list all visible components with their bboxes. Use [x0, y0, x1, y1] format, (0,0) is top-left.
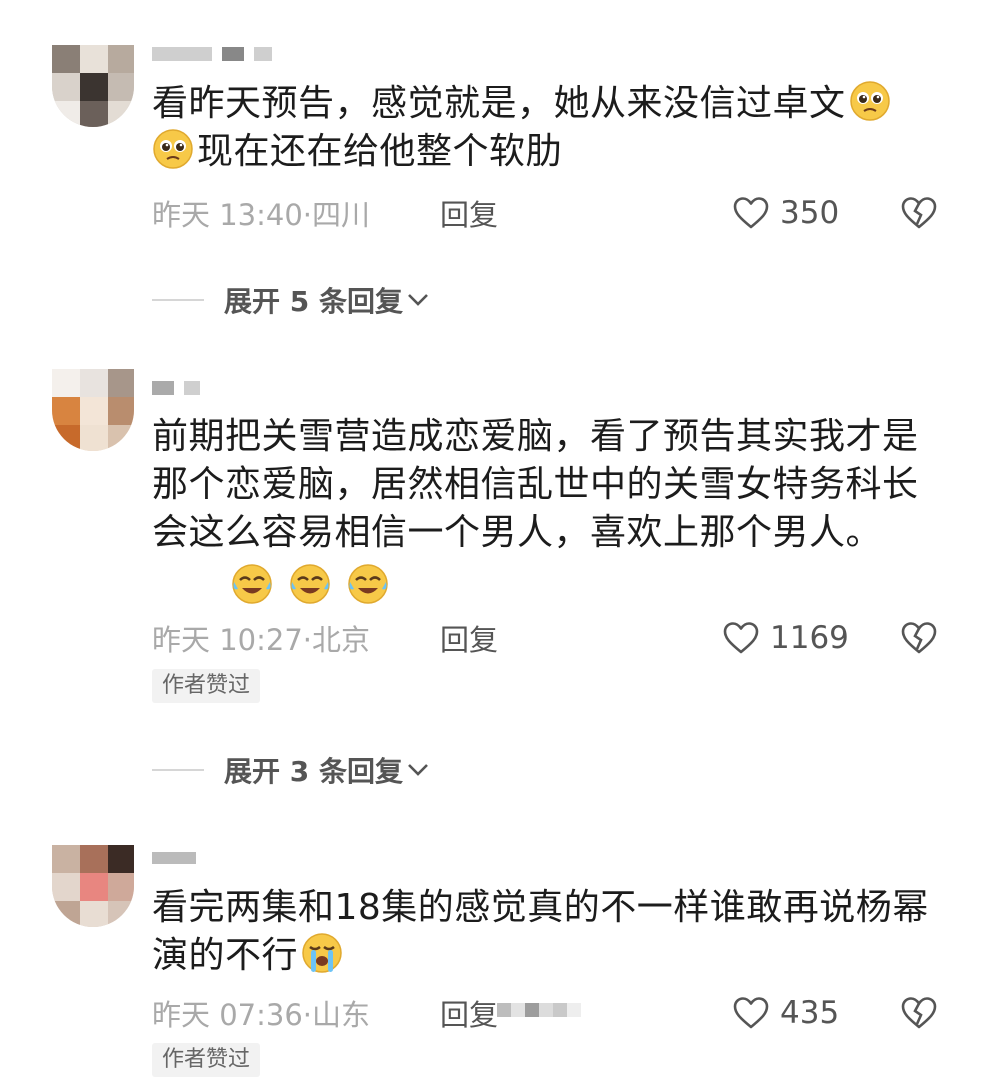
comment-meta: 昨天 13:40·四川 回复 350 — [152, 193, 941, 233]
comment-meta: 昨天 10:27·北京 回复 1169 — [152, 618, 941, 658]
heart-icon — [723, 622, 759, 654]
like-count: 435 — [780, 995, 840, 1031]
username-masked[interactable] — [152, 848, 196, 868]
comment-text: 看昨天预告，感觉就是，她从来没信过卓文 现在还在给他整个软肋 — [152, 80, 932, 176]
expand-replies-button[interactable]: 展开 5 条回复 — [152, 280, 429, 320]
reply-button[interactable]: 回复 — [440, 992, 498, 1034]
watermark-mosaic — [497, 1003, 581, 1017]
heart-icon — [733, 197, 769, 229]
divider — [152, 299, 204, 301]
emoji-row — [228, 563, 392, 605]
crying-laughing-face-icon — [232, 564, 272, 604]
like-button[interactable]: 1169 — [722, 620, 849, 656]
username-masked[interactable] — [152, 378, 200, 398]
chevron-down-icon — [408, 764, 428, 776]
crying-laughing-face-icon — [290, 564, 330, 604]
author-liked-badge: 作者赞过 — [152, 1043, 261, 1077]
expand-replies-button[interactable]: 展开 3 条回复 — [152, 750, 429, 790]
broken-heart-icon[interactable] — [900, 196, 938, 230]
reply-button[interactable]: 回复 — [440, 617, 498, 659]
comment-time-location: 昨天 10:27·北京 — [152, 623, 371, 657]
crying-laughing-face-icon — [348, 564, 388, 604]
pleading-face-icon — [849, 81, 890, 121]
avatar[interactable] — [52, 845, 134, 927]
chevron-down-icon — [408, 294, 428, 306]
heart-icon — [733, 997, 769, 1029]
sobbing-face-icon — [302, 933, 342, 973]
username-masked[interactable] — [152, 44, 272, 64]
divider — [152, 769, 204, 771]
comment-text: 看完两集和18集的感觉真的不一样谁敢再说杨幂演的不行 — [152, 887, 929, 976]
broken-heart-icon[interactable] — [900, 621, 938, 655]
comment-text: 前期把关雪营造成恋爱脑，看了预告其实我才是那个恋爱脑，居然相信乱世中的关雪女特务… — [152, 416, 919, 553]
comment-time-location: 昨天 07:36·山东 — [152, 998, 371, 1032]
like-button[interactable]: 350 — [732, 195, 839, 231]
avatar[interactable] — [52, 45, 134, 127]
pleading-face-icon — [153, 129, 193, 169]
reply-button[interactable]: 回复 — [440, 192, 498, 234]
broken-heart-icon[interactable] — [900, 996, 938, 1030]
like-button[interactable]: 435 — [732, 995, 839, 1031]
avatar[interactable] — [52, 369, 134, 451]
like-count: 350 — [780, 195, 840, 231]
like-count: 1169 — [770, 620, 849, 656]
comment-meta: 昨天 07:36·山东 回复 435 — [152, 993, 941, 1033]
author-liked-badge: 作者赞过 — [152, 669, 261, 703]
comment-time-location: 昨天 13:40·四川 — [152, 198, 371, 232]
